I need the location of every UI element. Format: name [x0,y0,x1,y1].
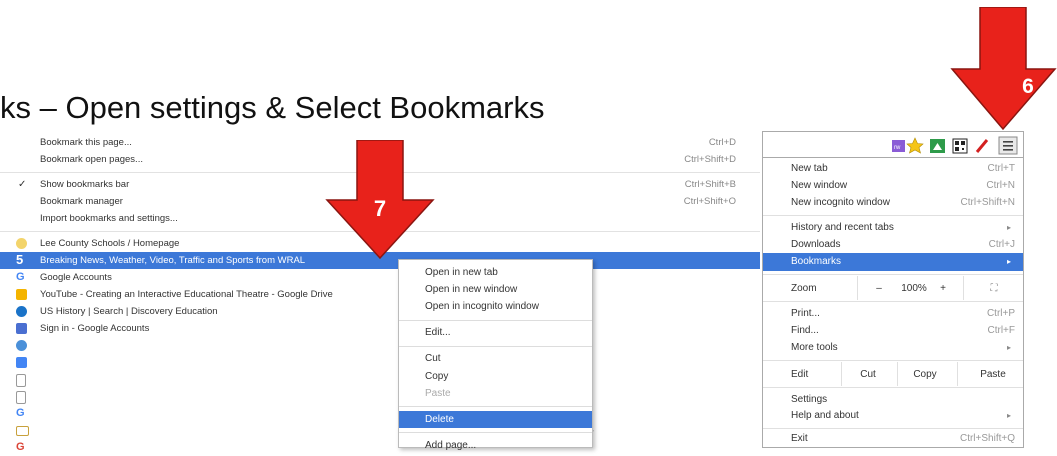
menu-divider [399,346,592,347]
more-tools-item[interactable]: More tools ▸ [763,339,1023,357]
bookmarks-item[interactable]: Bookmarks ▸ [763,253,1023,271]
zoom-divider [963,276,964,300]
menu-paste-button[interactable]: Paste [969,364,1017,386]
bookmark-sign-in[interactable]: Sign in - Google Accounts [0,320,760,337]
new-window-item[interactable]: New window Ctrl+N [763,177,1023,195]
step-7-label: 7 [374,196,386,221]
edit-item[interactable]: Edit... [399,324,592,341]
bookmark-icon-row[interactable]: G [0,405,760,422]
qr-code-icon[interactable] [952,138,968,154]
bookmark-google-accounts[interactable]: G Google Accounts [0,269,760,286]
hamburger-menu-icon[interactable] [998,136,1018,155]
zoom-level: 100% [901,283,927,294]
bookmark-icon-row[interactable] [0,337,760,354]
new-incognito-item[interactable]: New incognito window Ctrl+Shift+N [763,194,1023,212]
slide-title: ks – Open settings & Select Bookmarks [0,90,545,125]
edit-divider [841,362,842,386]
page-icon [16,391,26,404]
bookmark-discovery[interactable]: US History | Search | Discovery Educatio… [0,303,760,320]
bookmark-youtube[interactable]: YouTube - Creating an Interactive Educat… [0,286,760,303]
menu-divider [763,215,1023,216]
cut-item[interactable]: Cut [399,350,592,367]
menu-divider [399,432,592,433]
bookmark-icon-row[interactable] [0,354,760,371]
paste-item[interactable]: Paste [399,385,592,402]
bookmark-icon-row[interactable] [0,371,760,388]
bookmark-folder-row[interactable]: ▸ [0,422,760,439]
extension-puzzle-icon[interactable]: rw [892,140,905,152]
bookmark-context-menu: Open in new tab Open in new window Open … [398,259,593,451]
menu-divider [763,274,1023,275]
submenu-arrow-icon: ▸ [1006,257,1011,266]
downloads-item[interactable]: Downloads Ctrl+J [763,236,1023,254]
zoom-in-button[interactable]: + [935,278,951,300]
google-slides-icon [16,289,27,300]
google-g-icon: G [16,407,25,419]
step-7-arrow: 7 [325,140,435,260]
submenu-arrow-icon: ▸ [1006,223,1011,232]
edit-divider [897,362,898,386]
step-6-arrow: 6 [950,7,1057,131]
drive-icon[interactable] [930,139,945,153]
browser-toolbar: rw [762,131,1024,159]
exit-item[interactable]: Exit Ctrl+Shift+Q [763,430,1023,448]
chrome-icon [16,340,27,351]
history-item[interactable]: History and recent tabs ▸ [763,219,1023,237]
google-g-icon: G [16,271,25,283]
open-in-new-tab-item[interactable]: Open in new tab [399,264,592,281]
bookmark-icon-row[interactable] [0,388,760,405]
toolbar-icons: rw [892,136,1018,155]
google-docs-icon [16,357,27,368]
print-item[interactable]: Print... Ctrl+P [763,305,1023,323]
menu-copy-button[interactable]: Copy [905,364,945,386]
wral-5-icon: 5 [16,252,24,267]
svg-text:rw: rw [894,145,901,151]
delete-item[interactable]: Delete [399,411,592,428]
submenu-arrow-icon: ▸ [1006,411,1011,420]
fullscreen-icon[interactable]: ⛶ [983,278,1005,300]
submenu-arrow-icon: ▸ [1006,343,1011,352]
step-6-label: 6 [1022,75,1034,98]
chrome-main-menu: New tab Ctrl+T New window Ctrl+N New inc… [762,157,1024,448]
help-and-about-item[interactable]: Help and about ▸ [763,407,1023,425]
folder-icon [16,426,29,436]
edit-divider [957,362,958,386]
open-in-incognito-item[interactable]: Open in incognito window [399,298,592,315]
find-item[interactable]: Find... Ctrl+F [763,322,1023,340]
copy-item[interactable]: Copy [399,368,592,385]
menu-divider [763,301,1023,302]
lee-county-favicon-icon [16,238,27,249]
bookmark-icon-row[interactable]: G [0,439,760,456]
new-tab-item[interactable]: New tab Ctrl+T [763,160,1023,178]
bookmark-star-icon[interactable] [906,137,924,154]
menu-divider [399,320,592,321]
discovery-education-icon [16,306,27,317]
open-in-new-window-item[interactable]: Open in new window [399,281,592,298]
page-icon [16,374,26,387]
menu-divider [763,387,1023,388]
zoom-out-button[interactable]: – [871,278,887,300]
pen-icon[interactable] [975,139,989,153]
google-g-icon: G [16,441,25,453]
menu-divider [763,360,1023,361]
menu-divider [399,406,592,407]
zoom-divider [857,276,858,300]
menu-divider [763,428,1023,429]
google-plus-icon [16,323,27,334]
checkmark-icon: ✓ [18,179,27,190]
menu-cut-button[interactable]: Cut [849,364,887,386]
